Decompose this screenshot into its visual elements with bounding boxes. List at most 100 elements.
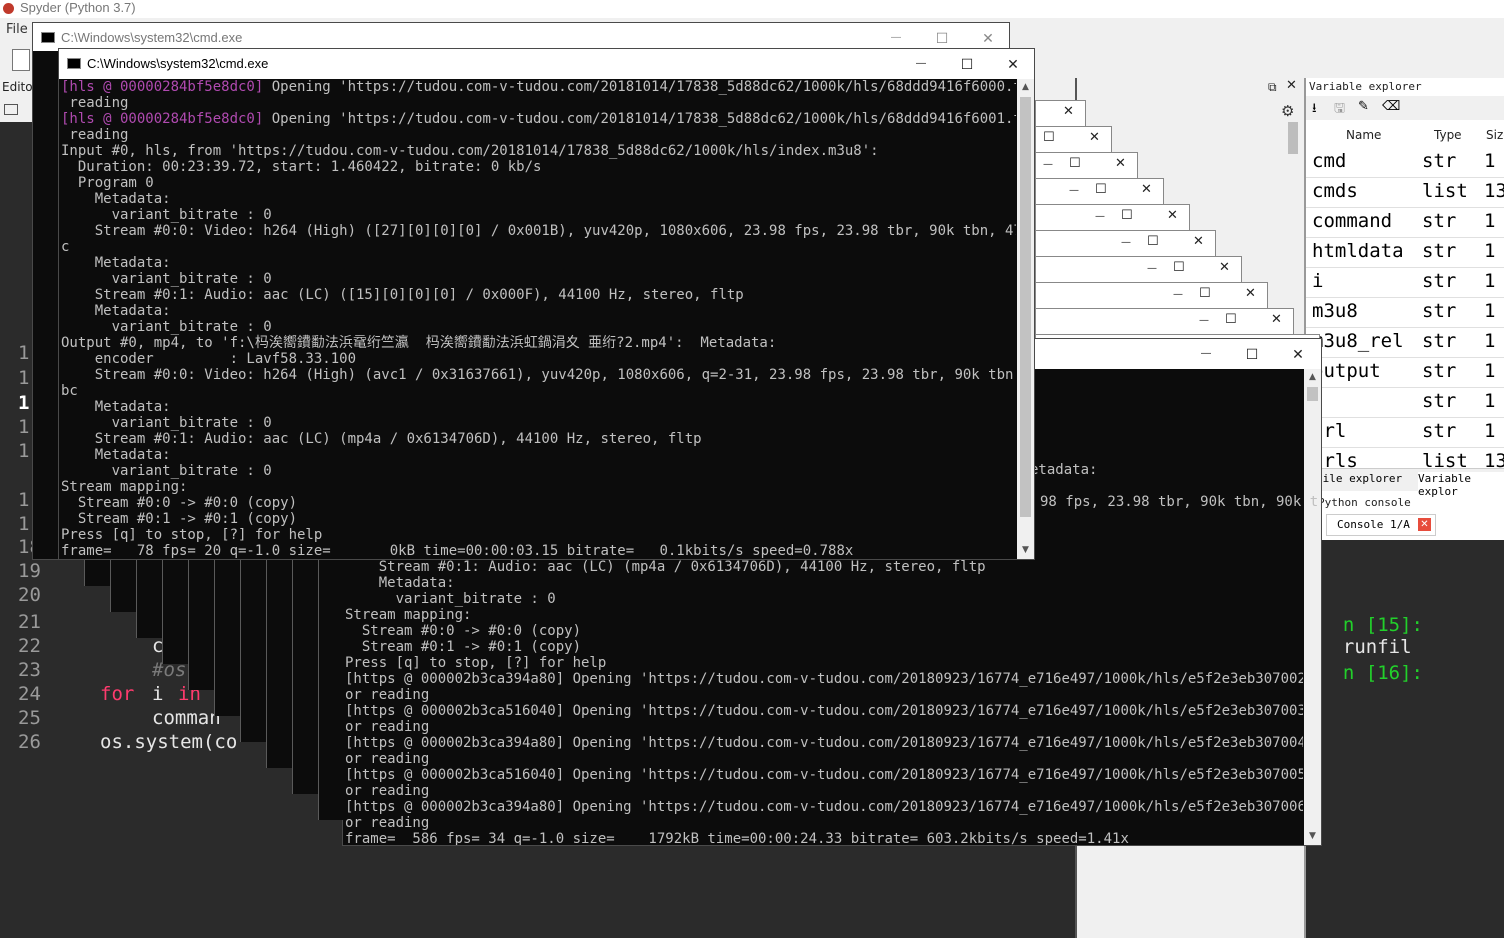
cascaded-cmd-titlebar[interactable]: — ☐ ✕ — [1035, 230, 1216, 257]
cascaded-cmd-titlebar[interactable]: — ☐ ✕ — [1035, 282, 1268, 309]
hls-message: Opening 'https://tudou.com-v-tudou.com/2… — [263, 111, 1016, 127]
close-button[interactable]: ✕ — [1275, 339, 1321, 369]
ve-header-type[interactable]: Type — [1434, 128, 1462, 142]
maximize-button[interactable]: ☐ — [1069, 156, 1081, 171]
console-line: variant_bitrate : 0 — [61, 319, 272, 335]
minimize-button[interactable]: — — [1121, 237, 1131, 248]
scroll-down-icon[interactable]: ▼ — [1017, 542, 1034, 559]
cascaded-cmd-titlebar[interactable]: — ☐ ✕ — [1035, 152, 1138, 179]
line-number: 25 — [18, 707, 41, 729]
cascaded-cmd-titlebar[interactable]: — ☐ ✕ — [1035, 308, 1294, 335]
ve-row[interactable]: url str 1 — [1306, 417, 1504, 448]
remove-all-icon[interactable]: ⌫ — [1382, 99, 1400, 114]
console-line: or reading — [345, 783, 430, 799]
close-button[interactable]: ✕ — [1115, 156, 1126, 171]
cascaded-cmd-titlebar[interactable]: — ☐ ✕ — [1035, 178, 1164, 205]
scroll-thumb[interactable] — [1020, 97, 1031, 517]
folder-icon[interactable] — [4, 104, 18, 115]
cmd-back-titlebar[interactable]: C:\Windows\system32\cmd.exe — ☐ ✕ — [33, 23, 1009, 51]
scroll-thumb[interactable] — [1307, 387, 1318, 401]
menu-file[interactable]: File — [6, 22, 28, 37]
console-line: Duration: 00:23:39.72, start: 1.460422, … — [61, 159, 542, 175]
minimize-button[interactable]: — — [898, 49, 944, 79]
gear-icon[interactable]: ⚙ — [1281, 102, 1294, 120]
console-tab-close-icon[interactable]: ✕ — [1418, 518, 1431, 531]
tab-variable-explorer[interactable]: Variable explor — [1418, 472, 1504, 498]
close-button[interactable]: ✕ — [1245, 286, 1256, 301]
ve-row[interactable]: cmd str 1 — [1306, 147, 1504, 178]
cmd-back-title: C:\Windows\system32\cmd.exe — [61, 30, 243, 45]
pane-float-icon[interactable]: ⧉ — [1268, 80, 1277, 95]
maximize-button[interactable]: ☐ — [1199, 286, 1211, 301]
ve-row[interactable]: output str 1 — [1306, 357, 1504, 388]
cmd-lower-scrollbar[interactable]: ▲ ▼ — [1304, 369, 1321, 845]
cmd-front-scrollbar[interactable]: ▲ ▼ — [1017, 79, 1034, 559]
ve-row[interactable]: htmldata str 1 — [1306, 237, 1504, 268]
hidden-cmd-window-edge — [240, 560, 267, 742]
console-line: Metadata: — [61, 303, 171, 319]
ve-header-size[interactable]: Size — [1486, 128, 1504, 142]
minimize-button[interactable]: — — [1183, 339, 1229, 369]
import-data-icon[interactable]: ⭳ — [1312, 99, 1317, 121]
new-file-icon[interactable] — [12, 49, 30, 71]
cmd-front-titlebar[interactable]: C:\Windows\system32\cmd.exe — ☐ ✕ — [59, 49, 1034, 79]
console-tab[interactable]: Console 1/A ✕ — [1326, 514, 1436, 536]
close-button[interactable]: ✕ — [1219, 260, 1230, 275]
cmd-icon — [41, 32, 55, 43]
console-line: bc — [61, 383, 78, 399]
pane-close-icon[interactable]: ✕ — [1286, 78, 1297, 93]
save-as-icon[interactable]: ✎ — [1358, 99, 1369, 114]
save-data-icon[interactable]: 🖫 — [1334, 99, 1345, 121]
console-line: Stream mapping: — [61, 479, 188, 495]
maximize-button[interactable]: ☐ — [1095, 182, 1107, 197]
scroll-up-icon[interactable]: ▲ — [1017, 79, 1034, 96]
console-line: Metadata: — [61, 447, 171, 463]
minimize-button[interactable]: — — [1147, 263, 1157, 274]
maximize-button[interactable]: ☐ — [1043, 130, 1055, 145]
spyder-title: Spyder (Python 3.7) — [20, 0, 136, 15]
ve-cell-type: str — [1422, 270, 1457, 292]
console-line: frame= 78 fps= 20 q=-1.0 size= 0kB time=… — [61, 543, 854, 559]
maximize-button[interactable]: ☐ — [1121, 208, 1133, 223]
console-line: [hls @ 00000284bf5e8dc0] Opening 'https:… — [61, 111, 1016, 127]
hidden-cmd-window-edge — [136, 560, 163, 638]
console-line: Stream #0:1 -> #0:1 (copy) — [61, 511, 298, 527]
minimize-button[interactable]: — — [1043, 159, 1053, 170]
scroll-down-icon[interactable]: ▼ — [1304, 828, 1321, 845]
ve-row[interactable]: str 1 — [1306, 387, 1504, 418]
hidden-cmd-window-edge — [318, 560, 345, 820]
minimize-button[interactable]: — — [1173, 289, 1183, 300]
minimize-button[interactable]: — — [1069, 185, 1079, 196]
ve-row[interactable]: m3u8_rel str 1 — [1306, 327, 1504, 358]
scrollbar-thumb[interactable] — [1288, 122, 1298, 154]
close-button[interactable]: ✕ — [1141, 182, 1152, 197]
cascaded-cmd-titlebar[interactable]: ☐ ✕ — [1035, 126, 1112, 153]
scroll-up-icon[interactable]: ▲ — [1304, 369, 1321, 386]
ve-row[interactable]: i str 1 — [1306, 267, 1504, 298]
maximize-button[interactable]: ☐ — [1173, 260, 1185, 275]
close-button[interactable]: ✕ — [1193, 234, 1204, 249]
maximize-button[interactable]: ☐ — [1229, 339, 1275, 369]
cascaded-cmd-titlebar[interactable]: — ☐ ✕ — [1035, 256, 1242, 283]
close-button[interactable]: ✕ — [1063, 104, 1074, 119]
close-button[interactable]: ✕ — [990, 49, 1034, 79]
code-loop-var: i — [152, 683, 164, 705]
close-button[interactable]: ✕ — [1271, 312, 1282, 327]
cascaded-cmd-titlebar[interactable]: — ☐ ✕ — [1035, 204, 1190, 231]
console-line: or reading — [345, 719, 430, 735]
minimize-button[interactable]: — — [1199, 315, 1209, 326]
ve-row[interactable]: cmds list 13 — [1306, 177, 1504, 208]
ve-header-name[interactable]: Name — [1346, 128, 1381, 142]
cmd-window-front[interactable]: C:\Windows\system32\cmd.exe — ☐ ✕ [hls @… — [58, 48, 1035, 560]
maximize-button[interactable]: ☐ — [1147, 234, 1159, 249]
ve-row[interactable]: command str 1 — [1306, 207, 1504, 238]
close-button[interactable]: ✕ — [1089, 130, 1100, 145]
close-button[interactable]: ✕ — [1167, 208, 1178, 223]
cascaded-cmd-titlebar[interactable]: ✕ — [1035, 100, 1086, 127]
minimize-button[interactable]: — — [1095, 211, 1105, 222]
maximize-button[interactable]: ☐ — [944, 49, 990, 79]
editor-tab-label[interactable]: Edito — [2, 80, 33, 94]
ve-row[interactable]: m3u8 str 1 — [1306, 297, 1504, 328]
maximize-button[interactable]: ☐ — [1225, 312, 1237, 327]
tab-file-explorer[interactable]: File explorer — [1316, 472, 1402, 485]
